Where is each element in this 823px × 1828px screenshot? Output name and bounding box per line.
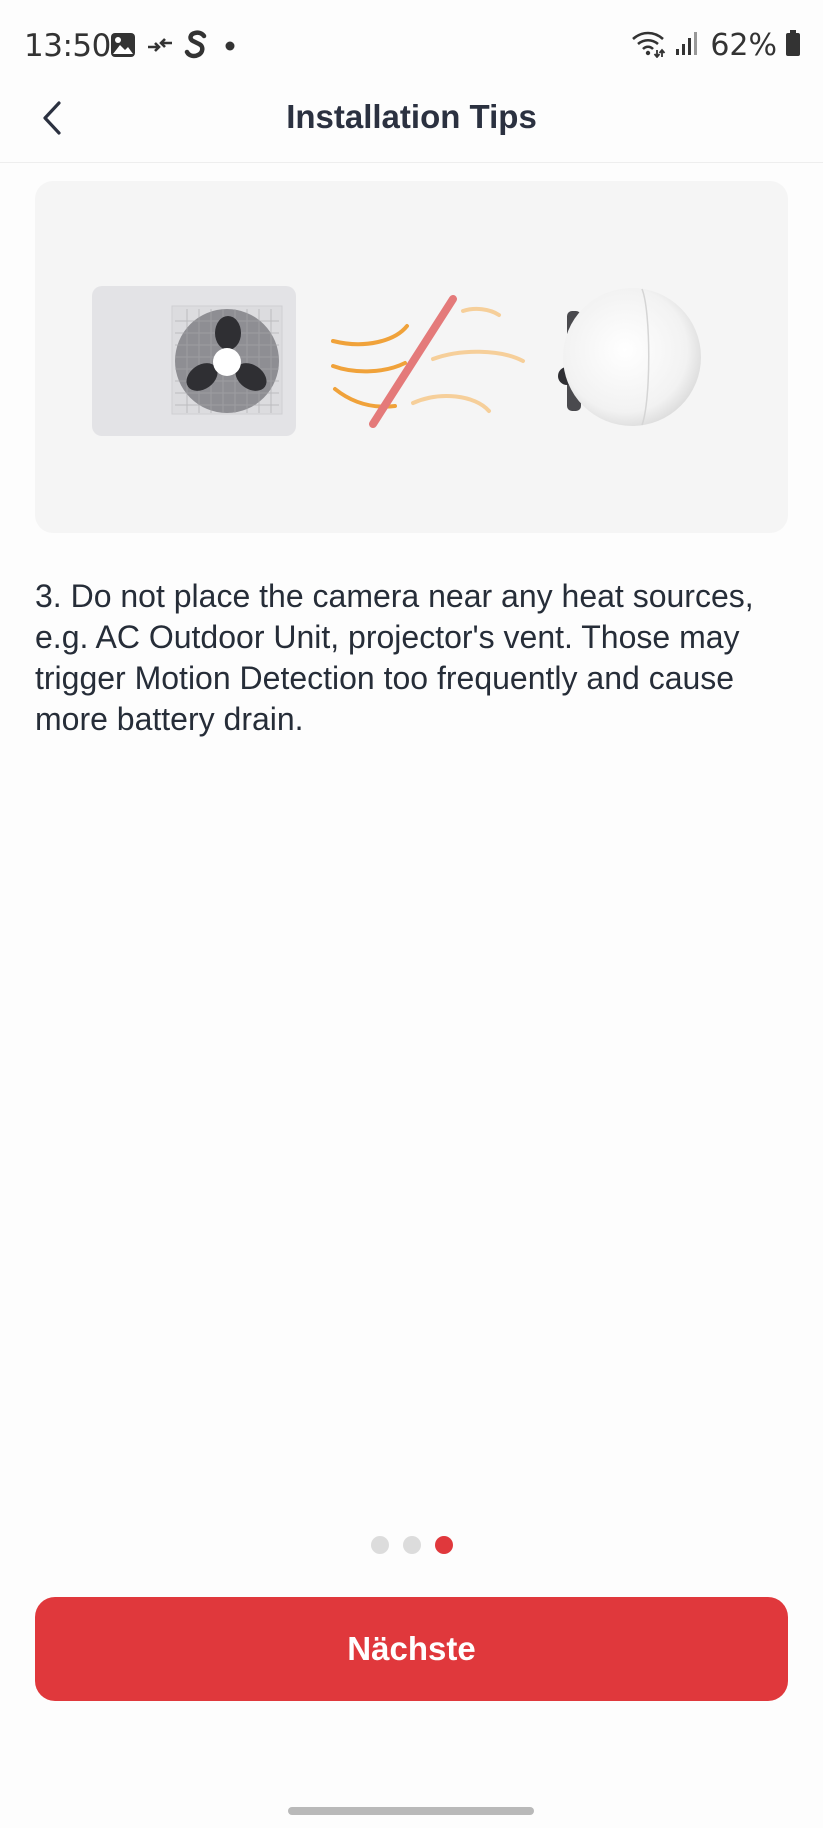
status-bar: 13:50 62% bbox=[0, 0, 823, 92]
tip-text: 3. Do not place the camera near any heat… bbox=[35, 578, 754, 737]
pagination-dot-3-active[interactable] bbox=[434, 1536, 453, 1554]
battery-icon bbox=[785, 29, 801, 62]
battery-percent: 62% bbox=[710, 28, 777, 63]
next-button[interactable]: Nächste bbox=[35, 1597, 788, 1701]
wifi-icon bbox=[630, 28, 666, 63]
heat-waves-icon bbox=[331, 306, 525, 413]
status-right-icons: 62% bbox=[630, 28, 801, 63]
notification-dot-icon bbox=[218, 32, 242, 63]
status-left-icons bbox=[110, 30, 242, 65]
pagination bbox=[0, 1536, 823, 1554]
s-app-icon bbox=[184, 30, 208, 65]
pagination-dot-2[interactable] bbox=[402, 1536, 421, 1554]
blocked-slash-icon bbox=[369, 295, 457, 428]
status-time: 13:50 bbox=[24, 28, 111, 64]
illustration-card bbox=[35, 181, 788, 533]
ac-outdoor-unit-icon bbox=[92, 286, 296, 436]
home-indicator[interactable] bbox=[288, 1807, 534, 1815]
heat-source-illustration bbox=[92, 286, 701, 436]
gallery-icon bbox=[110, 32, 136, 63]
header: Installation Tips bbox=[0, 80, 823, 163]
page-title: Installation Tips bbox=[286, 98, 537, 135]
pagination-dot-1[interactable] bbox=[370, 1536, 389, 1554]
camera-icon bbox=[558, 288, 701, 426]
data-transfer-icon bbox=[146, 32, 174, 63]
signal-icon bbox=[674, 29, 702, 62]
